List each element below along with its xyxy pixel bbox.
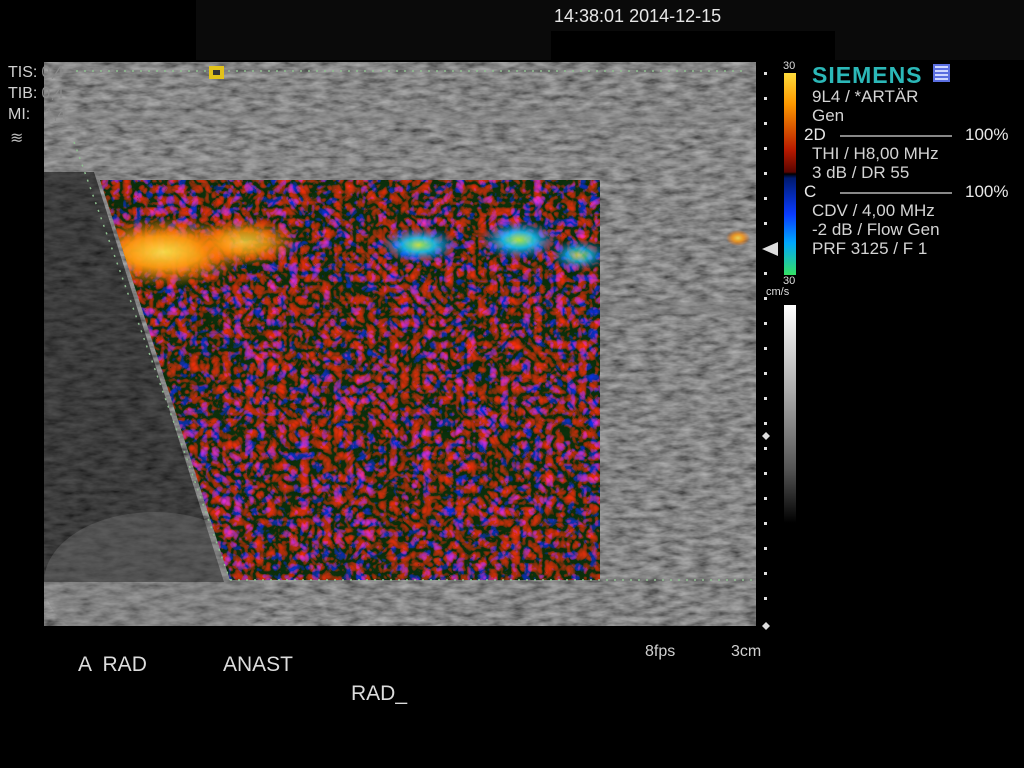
tis-value: 0,4: [41, 64, 64, 81]
mode-c-gain: -2 dB / Flow Gen: [812, 220, 940, 239]
mode-2d-label: 2D: [804, 125, 826, 144]
wave-symbol-icon: ≋: [10, 130, 24, 147]
header-info-box: [551, 31, 835, 60]
annotation-anast[interactable]: ANAST: [223, 653, 293, 677]
tib-label: TIB:: [8, 85, 38, 102]
mi-label: MI:: [8, 106, 31, 123]
mode-2d-frequency: THI / H8,00 MHz: [812, 144, 939, 163]
brand-row: SIEMENS: [812, 62, 950, 89]
colorbar-top-value: 30: [783, 60, 796, 72]
mode-2d-gain: 3 dB / DR 55: [812, 163, 910, 182]
mode-c-percent: 100%: [965, 182, 1009, 201]
tib-value: 0,4: [41, 85, 64, 102]
header-right-end-block: [835, 31, 1024, 60]
mode-c-header: C 100%: [804, 182, 1008, 201]
mode-c-divider: [840, 192, 952, 194]
exam-datetime: 14:38:01 2014-12-15: [554, 6, 722, 26]
tis-label: TIS:: [8, 64, 38, 81]
ultrasound-image[interactable]: [44, 62, 756, 626]
ultrasound-scan-svg: [44, 62, 756, 626]
depth-scale: [762, 72, 778, 630]
grayscale-map-bar: [784, 305, 796, 523]
mode-c-frequency: CDV / 4,00 MHz: [812, 201, 935, 220]
colorbar-unit: cm/s: [766, 286, 790, 298]
exam-preset: Gen: [812, 106, 845, 125]
focus-marker-icon: [762, 242, 778, 256]
header-patient-block: [196, 0, 551, 60]
mode-c-prf: PRF 3125 / F 1: [812, 239, 928, 258]
header-left-block: [0, 0, 196, 60]
mode-2d-divider: [840, 135, 952, 137]
mode-2d-header: 2D 100%: [804, 125, 1008, 144]
color-velocity-bar: [784, 73, 796, 275]
mode-2d-percent: 100%: [965, 125, 1009, 144]
annotation-rad[interactable]: RAD_: [351, 682, 407, 706]
transducer-preset: 9L4 / *ARTÄR: [812, 87, 919, 106]
cine-film-icon[interactable]: [932, 64, 950, 82]
frame-rate: 8fps: [645, 643, 676, 660]
imaging-parameters: 9L4 / *ARTÄR Gen 2D 100% THI / H8,00 MHz…: [804, 87, 1008, 258]
safety-indices: TIS: 0,4 TIB: 0,4 MI: 1,4: [8, 62, 66, 125]
mode-c-label: C: [804, 182, 817, 201]
brand-logo: SIEMENS: [812, 62, 923, 88]
annotation-a-rad[interactable]: A RAD: [78, 653, 147, 677]
depth-value: 3cm: [731, 643, 762, 660]
mi-value: 1,4: [44, 106, 67, 123]
